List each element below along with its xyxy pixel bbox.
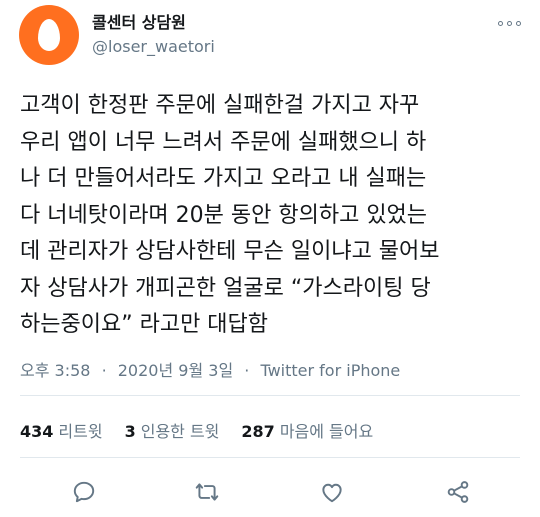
tweet-stats: 434 리트윗 3 인용한 트윗 287 마음에 들어요 (20, 418, 373, 442)
tweet-meta: 오후 3:58 · 2020년 9월 3일 · Twitter for iPho… (20, 357, 400, 381)
tweet-header: 콜센터 상담원 @loser_waetori (0, 0, 540, 70)
tweet-time[interactable]: 오후 3:58 (20, 361, 90, 380)
tweet-line: 자 상담사가 개피곤한 얼굴로 “가스라이팅 당 (20, 275, 431, 301)
tweet-line: 하는중이요” 라고만 대답함 (20, 312, 269, 337)
tweet-date[interactable]: 2020년 9월 3일 (118, 361, 233, 380)
retweets-count: 434 (20, 422, 54, 441)
tweet-line: 나 더 만들어서라도 가지고 오라고 내 실패는 (20, 166, 427, 191)
retweet-icon (195, 483, 219, 501)
reply-button[interactable] (70, 478, 98, 506)
reply-icon (73, 481, 95, 503)
tweet-text: 고객이 한정판 주문에 실패한걸 가지고 자꾸 우리 앱이 너무 느려서 주문에… (20, 88, 530, 344)
share-button[interactable] (444, 478, 472, 506)
share-icon (447, 481, 469, 503)
tweet-line: 고객이 한정판 주문에 실패한걸 가지고 자꾸 (20, 93, 420, 118)
divider (20, 457, 520, 458)
tweet-source[interactable]: Twitter for iPhone (260, 361, 400, 380)
quotes-stat[interactable]: 3 인용한 트윗 (125, 418, 220, 442)
tweet-line: 데 관리자가 상담사한테 무슨 일이냐고 물어보 (20, 239, 440, 264)
user-handle[interactable]: @loser_waetori (92, 37, 215, 56)
likes-stat[interactable]: 287 마음에 들어요 (241, 418, 373, 442)
quotes-count: 3 (124, 422, 136, 441)
avatar[interactable] (19, 5, 79, 65)
tweet-line: 다 너네탓이라며 20분 동안 항의하고 있었는 (20, 202, 428, 228)
meta-separator: · (101, 361, 107, 380)
like-button[interactable] (318, 478, 346, 506)
tweet-line: 우리 앱이 너무 느려서 주문에 실패했으니 하 (20, 129, 427, 155)
divider (20, 395, 520, 396)
likes-label: 마음에 들어요 (279, 422, 374, 441)
display-name[interactable]: 콜센터 상담원 (92, 9, 186, 33)
action-bar (0, 478, 540, 508)
likes-count: 287 (241, 422, 275, 441)
meta-separator: · (244, 361, 250, 380)
retweet-button[interactable] (193, 478, 221, 506)
egg-icon (38, 19, 60, 51)
quotes-label: 인용한 트윗 (140, 422, 220, 441)
retweets-stat[interactable]: 434 리트윗 (20, 418, 103, 442)
more-options-icon[interactable] (498, 18, 522, 28)
like-icon (322, 483, 342, 503)
retweets-label: 리트윗 (58, 422, 103, 441)
